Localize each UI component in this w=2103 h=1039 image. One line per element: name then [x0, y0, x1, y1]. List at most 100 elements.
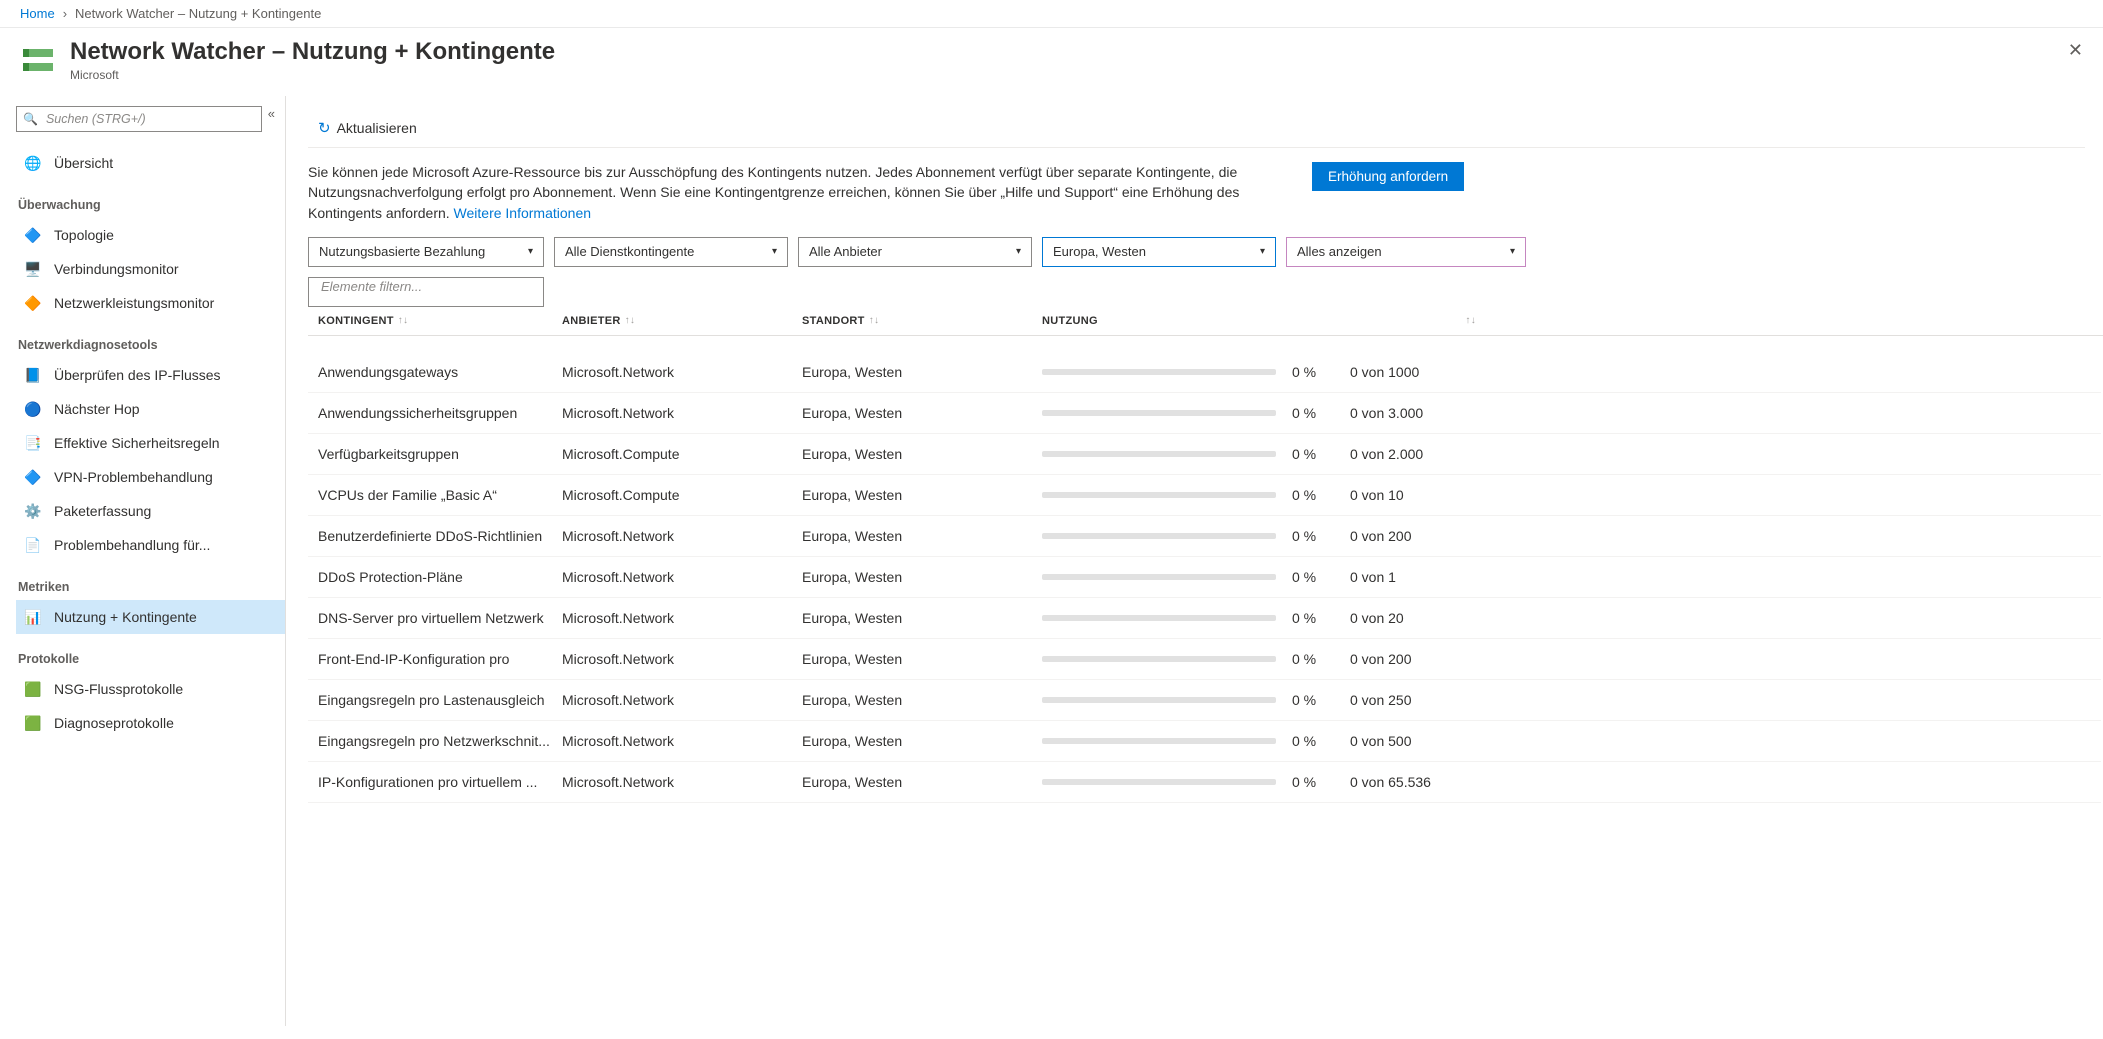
filter-show-dropdown[interactable]: Alles anzeigen ▾: [1286, 237, 1526, 267]
table-row[interactable]: DDoS Protection-PläneMicrosoft.NetworkEu…: [308, 557, 2101, 598]
usage-limit: 0 von 200: [1350, 651, 1480, 667]
usage-percent: 0 %: [1292, 528, 1334, 544]
sidebar-item-label: Verbindungsmonitor: [54, 261, 179, 277]
collapse-sidebar-icon[interactable]: «: [268, 106, 275, 121]
sidebar-item-icon: ⚙️: [22, 503, 44, 520]
sort-icon: ↑↓: [1465, 315, 1476, 326]
filter-subscription-dropdown[interactable]: Nutzungsbasierte Bezahlung ▾: [308, 237, 544, 267]
table-row[interactable]: Eingangsregeln pro Netzwerkschnit...Micr…: [308, 721, 2101, 762]
sidebar-item[interactable]: 🖥️ Verbindungsmonitor: [16, 252, 285, 286]
usage-percent: 0 %: [1292, 405, 1334, 421]
sidebar-item[interactable]: 🔷VPN-Problembehandlung: [16, 460, 285, 494]
usage-bar: [1042, 738, 1276, 744]
table-row[interactable]: VerfügbarkeitsgruppenMicrosoft.ComputeEu…: [308, 434, 2101, 475]
cell-provider: Microsoft.Network: [562, 610, 802, 626]
sidebar-item[interactable]: 🔷Topologie: [16, 218, 285, 252]
sidebar-item[interactable]: 📄Problembehandlung für...: [16, 528, 285, 562]
close-icon[interactable]: ✕: [2068, 40, 2083, 61]
usage-bar: [1042, 615, 1276, 621]
sidebar-item[interactable]: 🔶 Netzwerkleistungsmonitor: [16, 286, 285, 320]
usage-bar: [1042, 574, 1276, 580]
sidebar-section-title: Protokolle: [18, 652, 285, 666]
sidebar-item-label: Paketerfassung: [54, 503, 151, 519]
request-increase-button[interactable]: Erhöhung anfordern: [1312, 162, 1464, 191]
sidebar-item-label: Problembehandlung für...: [54, 537, 210, 553]
sidebar-item-label: Netzwerkleistungsmonitor: [54, 295, 214, 311]
refresh-button[interactable]: ↻ Aktualisieren: [308, 113, 427, 143]
filter-items-input[interactable]: [319, 278, 533, 295]
globe-icon: 🌐: [22, 155, 44, 172]
sidebar-item[interactable]: 🔵Nächster Hop: [16, 392, 285, 426]
filter-location-dropdown[interactable]: Europa, Westen ▾: [1042, 237, 1276, 267]
table-row[interactable]: DNS-Server pro virtuellem NetzwerkMicros…: [308, 598, 2101, 639]
usage-percent: 0 %: [1292, 774, 1334, 790]
cell-location: Europa, Westen: [802, 610, 1042, 626]
sort-icon: ↑↓: [398, 315, 409, 326]
sidebar-item-icon: 🔶: [22, 295, 44, 312]
col-header-location[interactable]: Standort↑↓: [802, 315, 1042, 327]
sidebar-item-icon: 📑: [22, 435, 44, 452]
cell-provider: Microsoft.Network: [562, 569, 802, 585]
cell-quota: Anwendungssicherheitsgruppen: [318, 405, 562, 421]
usage-bar: [1042, 410, 1276, 416]
sidebar-item[interactable]: 🟩NSG-Flussprotokolle: [16, 672, 285, 706]
sidebar-item-icon: 🔷: [22, 469, 44, 486]
sidebar-item[interactable]: 📊Nutzung + Kontingente: [16, 600, 285, 634]
breadcrumb-current: Network Watcher – Nutzung + Kontingente: [75, 6, 321, 21]
sidebar-item[interactable]: 📑 Effektive Sicherheitsregeln: [16, 426, 285, 460]
sidebar-item-label: Diagnoseprotokolle: [54, 715, 174, 731]
usage-percent: 0 %: [1292, 692, 1334, 708]
table-header: Kontingent↑↓ Anbieter↑↓ Standort↑↓ Nutzu…: [308, 307, 2103, 336]
usage-bar: [1042, 656, 1276, 662]
sidebar-search-input[interactable]: [44, 111, 255, 127]
sidebar-item-label: Übersicht: [54, 155, 113, 171]
cell-provider: Microsoft.Compute: [562, 487, 802, 503]
col-header-usage[interactable]: Nutzung↑↓: [1042, 315, 1496, 327]
table-row[interactable]: VCPUs der Familie „Basic A“Microsoft.Com…: [308, 475, 2101, 516]
filter-provider-dropdown[interactable]: Alle Anbieter ▾: [798, 237, 1032, 267]
usage-bar: [1042, 492, 1276, 498]
chevron-right-icon: ›: [63, 6, 67, 21]
usage-bar: [1042, 451, 1276, 457]
learn-more-link[interactable]: Weitere Informationen: [454, 205, 591, 221]
chevron-down-icon: ▾: [1260, 246, 1265, 257]
cell-quota: Eingangsregeln pro Lastenausgleich: [318, 692, 562, 708]
network-watcher-icon: [20, 42, 56, 78]
sidebar-item[interactable]: 📘Überprüfen des IP-Flusses: [16, 358, 285, 392]
main-content: ↻ Aktualisieren Sie können jede Microsof…: [286, 96, 2103, 1026]
table-row[interactable]: Benutzerdefinierte DDoS-RichtlinienMicro…: [308, 516, 2101, 557]
table-body[interactable]: AnwendungsgatewaysMicrosoft.NetworkEurop…: [308, 352, 2101, 1026]
cell-quota: Anwendungsgateways: [318, 364, 562, 380]
sidebar-item-icon: 🖥️: [22, 261, 44, 278]
sidebar-section-title: Netzwerkdiagnosetools: [18, 338, 285, 352]
usage-percent: 0 %: [1292, 651, 1334, 667]
usage-limit: 0 von 20: [1350, 610, 1480, 626]
filter-items-box[interactable]: [308, 277, 544, 307]
page-title: Network Watcher – Nutzung + Kontingente: [70, 38, 555, 66]
table-row[interactable]: Eingangsregeln pro LastenausgleichMicros…: [308, 680, 2101, 721]
sidebar-item-label: Nächster Hop: [54, 401, 140, 417]
table-row[interactable]: IP-Konfigurationen pro virtuellem ...Mic…: [308, 762, 2101, 803]
cell-usage: 0 % 0 von 200: [1042, 651, 1496, 667]
breadcrumb-home-link[interactable]: Home: [20, 6, 55, 21]
sidebar-item[interactable]: 🟩Diagnoseprotokolle: [16, 706, 285, 740]
sidebar-item-icon: 📊: [22, 609, 44, 626]
cell-provider: Microsoft.Network: [562, 692, 802, 708]
usage-limit: 0 von 1000: [1350, 364, 1480, 380]
filter-quota-dropdown[interactable]: Alle Dienstkontingente ▾: [554, 237, 788, 267]
sidebar-item[interactable]: ⚙️ Paketerfassung: [16, 494, 285, 528]
sidebar-search[interactable]: 🔍: [16, 106, 262, 132]
usage-limit: 0 von 65.536: [1350, 774, 1480, 790]
sidebar-item-label: Effektive Sicherheitsregeln: [54, 435, 220, 451]
col-header-provider[interactable]: Anbieter↑↓: [562, 315, 802, 327]
col-header-quota[interactable]: Kontingent↑↓: [318, 315, 562, 327]
cell-location: Europa, Westen: [802, 733, 1042, 749]
table-row[interactable]: AnwendungssicherheitsgruppenMicrosoft.Ne…: [308, 393, 2101, 434]
table-row[interactable]: AnwendungsgatewaysMicrosoft.NetworkEurop…: [308, 352, 2101, 393]
sidebar-item-overview[interactable]: 🌐 Übersicht: [16, 146, 285, 180]
table-row[interactable]: Front-End-IP-Konfiguration proMicrosoft.…: [308, 639, 2101, 680]
sidebar-item-label: Topologie: [54, 227, 114, 243]
page-subtitle: Microsoft: [70, 68, 555, 82]
usage-bar: [1042, 779, 1276, 785]
usage-percent: 0 %: [1292, 569, 1334, 585]
